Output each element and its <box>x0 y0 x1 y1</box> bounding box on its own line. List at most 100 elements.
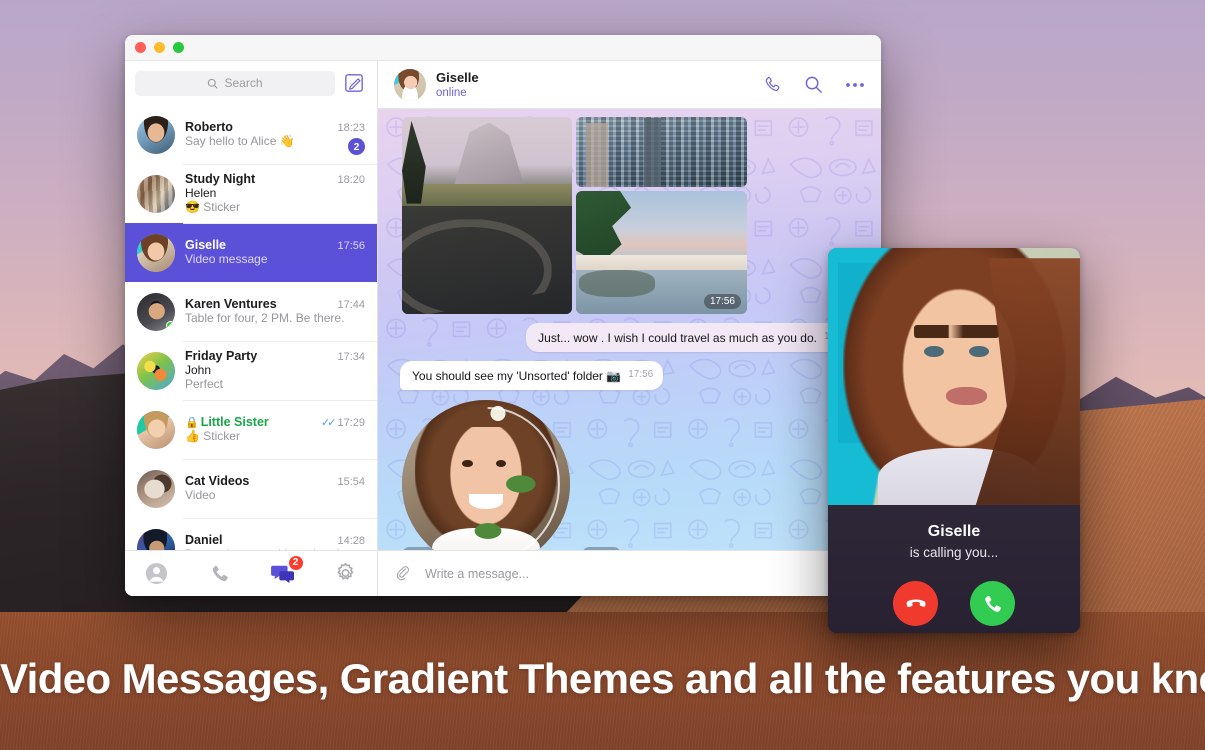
chat-row-meta: 18:20 <box>331 174 365 186</box>
tab-contacts[interactable] <box>134 557 180 591</box>
chat-preview-text: 😎 Sticker <box>185 200 240 214</box>
chat-row-content: Friday Party 17:34 John Perfect <box>185 349 365 392</box>
video-duration: 0:29 <box>402 547 436 550</box>
attach-button[interactable] <box>394 565 411 582</box>
avatar-image-detail <box>137 233 175 272</box>
accept-call-button[interactable] <box>970 581 1015 626</box>
chat-timestamp: 17:44 <box>337 299 365 311</box>
avatar[interactable] <box>137 410 175 449</box>
avatar[interactable] <box>137 174 175 213</box>
city-skyline-photo[interactable] <box>576 117 747 187</box>
avatar[interactable] <box>394 68 426 101</box>
chat-list-item-friday-party[interactable]: Friday Party 17:34 John Perfect <box>125 341 377 400</box>
gear-icon <box>337 562 354 580</box>
chat-list-item-study-night[interactable]: Study Night 18:20 Helen 😎 Sticker <box>125 164 377 223</box>
chat-header-actions <box>763 75 865 94</box>
caller-name: Giselle <box>927 523 981 540</box>
avatar-image-detail <box>137 528 175 550</box>
more-options-button[interactable] <box>845 82 865 88</box>
tropical-beach-photo[interactable]: 17:56 <box>576 191 747 314</box>
chat-name: Daniel <box>185 533 223 547</box>
chat-row-content: Roberto 18:23 Say hello to Alice 👋 <box>185 120 365 149</box>
video-message[interactable]: 0:29 17:56 <box>402 400 622 550</box>
message-composer: Write a message... <box>378 550 881 596</box>
message-bubble-outgoing[interactable]: Just... wow . I wish I could travel as m… <box>526 323 859 352</box>
chat-name: Friday Party <box>185 349 258 363</box>
chat-name: Study Night <box>185 172 256 186</box>
video-note-circle[interactable] <box>402 400 570 550</box>
maximize-window-button[interactable] <box>173 42 184 53</box>
message-area: 17:56 Just... wow . I wish I could trave… <box>378 109 881 550</box>
search-icon <box>805 76 822 93</box>
messages-scroll[interactable]: 17:56 Just... wow . I wish I could trave… <box>378 109 881 550</box>
photo-album[interactable]: 17:56 <box>402 117 747 314</box>
chat-row-content: Study Night 18:20 Helen 😎 Sticker <box>185 172 365 215</box>
online-status: online <box>436 86 467 99</box>
close-window-button[interactable] <box>135 42 146 53</box>
compose-icon <box>345 74 363 92</box>
chat-list-item-giselle[interactable]: Giselle 17:56 Video message <box>125 223 377 282</box>
chat-list-item-roberto[interactable]: Roberto 18:23 Say hello to Alice 👋 2 <box>125 105 377 164</box>
unread-badge-wrap: 2 <box>348 138 365 155</box>
call-action-buttons <box>893 581 1015 626</box>
online-indicator <box>166 320 175 330</box>
promo-caption: Video Messages, Gradient Themes and all … <box>0 655 1205 702</box>
chat-row-meta: 17:56 <box>331 240 365 252</box>
chat-row-meta: 17:34 <box>331 351 365 363</box>
chat-header-text: Giselle online <box>436 70 479 100</box>
chat-preview-text: Video message <box>185 252 268 266</box>
chat-row-meta: 15:54 <box>331 476 365 488</box>
unread-badge: 2 <box>348 138 365 155</box>
chat-list-item-daniel[interactable]: Daniel14:28Do you have any idea what tim… <box>125 518 377 550</box>
chat-list-item-little-sister[interactable]: 🔒 Little Sister ✓✓ 17:29 👍 Sticker <box>125 400 377 459</box>
tab-chats[interactable]: 2 <box>260 554 306 591</box>
tab-bar: 2 <box>125 550 377 596</box>
message-bubble-incoming[interactable]: You should see my 'Unsorted' folder 📷 17… <box>400 361 664 390</box>
chat-list-item-karen-ventures[interactable]: Karen Ventures 17:44 Table for four, 2 PM.… <box>125 282 377 341</box>
phone-icon <box>765 76 780 92</box>
avatar[interactable] <box>137 351 175 390</box>
avatar[interactable] <box>137 115 175 154</box>
album-column-left <box>402 117 572 314</box>
search-icon <box>208 78 219 89</box>
chat-list[interactable]: Roberto 18:23 Say hello to Alice 👋 2 Study N… <box>125 105 377 550</box>
avatar-image-detail <box>137 351 175 390</box>
message-timestamp: 17:56 <box>628 369 654 380</box>
minimize-window-button[interactable] <box>154 42 165 53</box>
chat-preview-text: Say hello to Alice 👋 <box>185 134 295 148</box>
ellipsis-icon <box>846 82 864 87</box>
call-status: is calling you... <box>909 545 999 560</box>
album-column-right: 17:56 <box>576 117 747 314</box>
avatar[interactable] <box>137 292 175 331</box>
avatar[interactable] <box>137 469 175 508</box>
chat-row-content: 🔒 Little Sister ✓✓ 17:29 👍 Sticker <box>185 415 365 444</box>
chat-timestamp: 15:54 <box>337 476 365 488</box>
chat-name: Giselle <box>185 238 226 252</box>
tab-calls[interactable] <box>197 557 243 591</box>
chat-preview-text: 👍 Sticker <box>185 429 240 443</box>
chat-search-button[interactable] <box>804 75 823 94</box>
chat-list-item-cat-videos[interactable]: Cat Videos 15:54 Video <box>125 459 377 518</box>
call-button[interactable] <box>763 75 782 94</box>
search-input[interactable]: Search <box>135 70 335 96</box>
chat-row-meta: ✓✓ 17:29 <box>315 416 365 430</box>
chat-row-header: Giselle 17:56 <box>185 238 365 252</box>
album-timestamp: 17:56 <box>703 294 741 309</box>
message-input[interactable]: Write a message... <box>425 567 833 581</box>
avatar-image-detail <box>137 174 175 213</box>
tab-settings[interactable] <box>323 557 369 591</box>
chat-row-header: 🔒 Little Sister ✓✓ 17:29 <box>185 415 365 429</box>
mountain-road-photo[interactable] <box>402 117 572 314</box>
decline-call-button[interactable] <box>893 581 938 626</box>
chat-sender-name: Helen <box>185 186 217 200</box>
avatar[interactable] <box>137 528 175 550</box>
chat-timestamp: 14:28 <box>337 535 365 547</box>
chat-timestamp: 17:29 <box>337 416 365 429</box>
avatar[interactable] <box>137 233 175 272</box>
chat-row-header: Study Night 18:20 <box>185 172 365 186</box>
avatar-image-detail <box>137 410 175 449</box>
chat-timestamp: 17:56 <box>337 240 365 252</box>
chat-row-header: Friday Party 17:34 <box>185 349 365 363</box>
compose-button[interactable] <box>343 72 365 94</box>
video-timestamp: 17:56 <box>582 547 622 550</box>
